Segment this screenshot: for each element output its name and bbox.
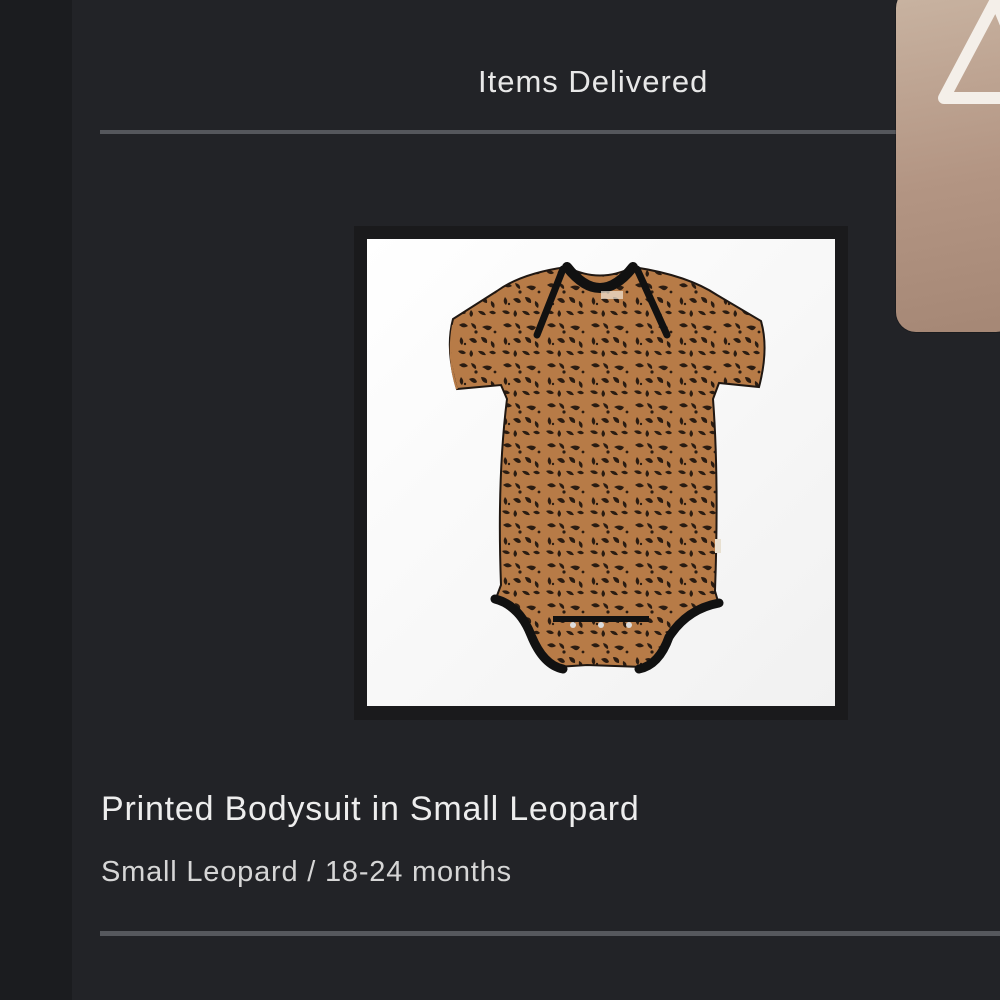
section-divider xyxy=(100,130,900,134)
leopard-bodysuit-image[interactable] xyxy=(367,239,835,706)
adjacent-card[interactable] xyxy=(896,0,1000,332)
section-title: Items Delivered xyxy=(478,64,709,99)
product-variant: Small Leopard / 18-24 months xyxy=(101,856,512,888)
triangle-outline-icon xyxy=(938,0,1000,104)
bodysuit-illustration xyxy=(367,239,835,706)
item-divider xyxy=(100,931,1000,936)
left-gutter xyxy=(0,0,72,1000)
product-name[interactable]: Printed Bodysuit in Small Leopard xyxy=(101,790,640,829)
